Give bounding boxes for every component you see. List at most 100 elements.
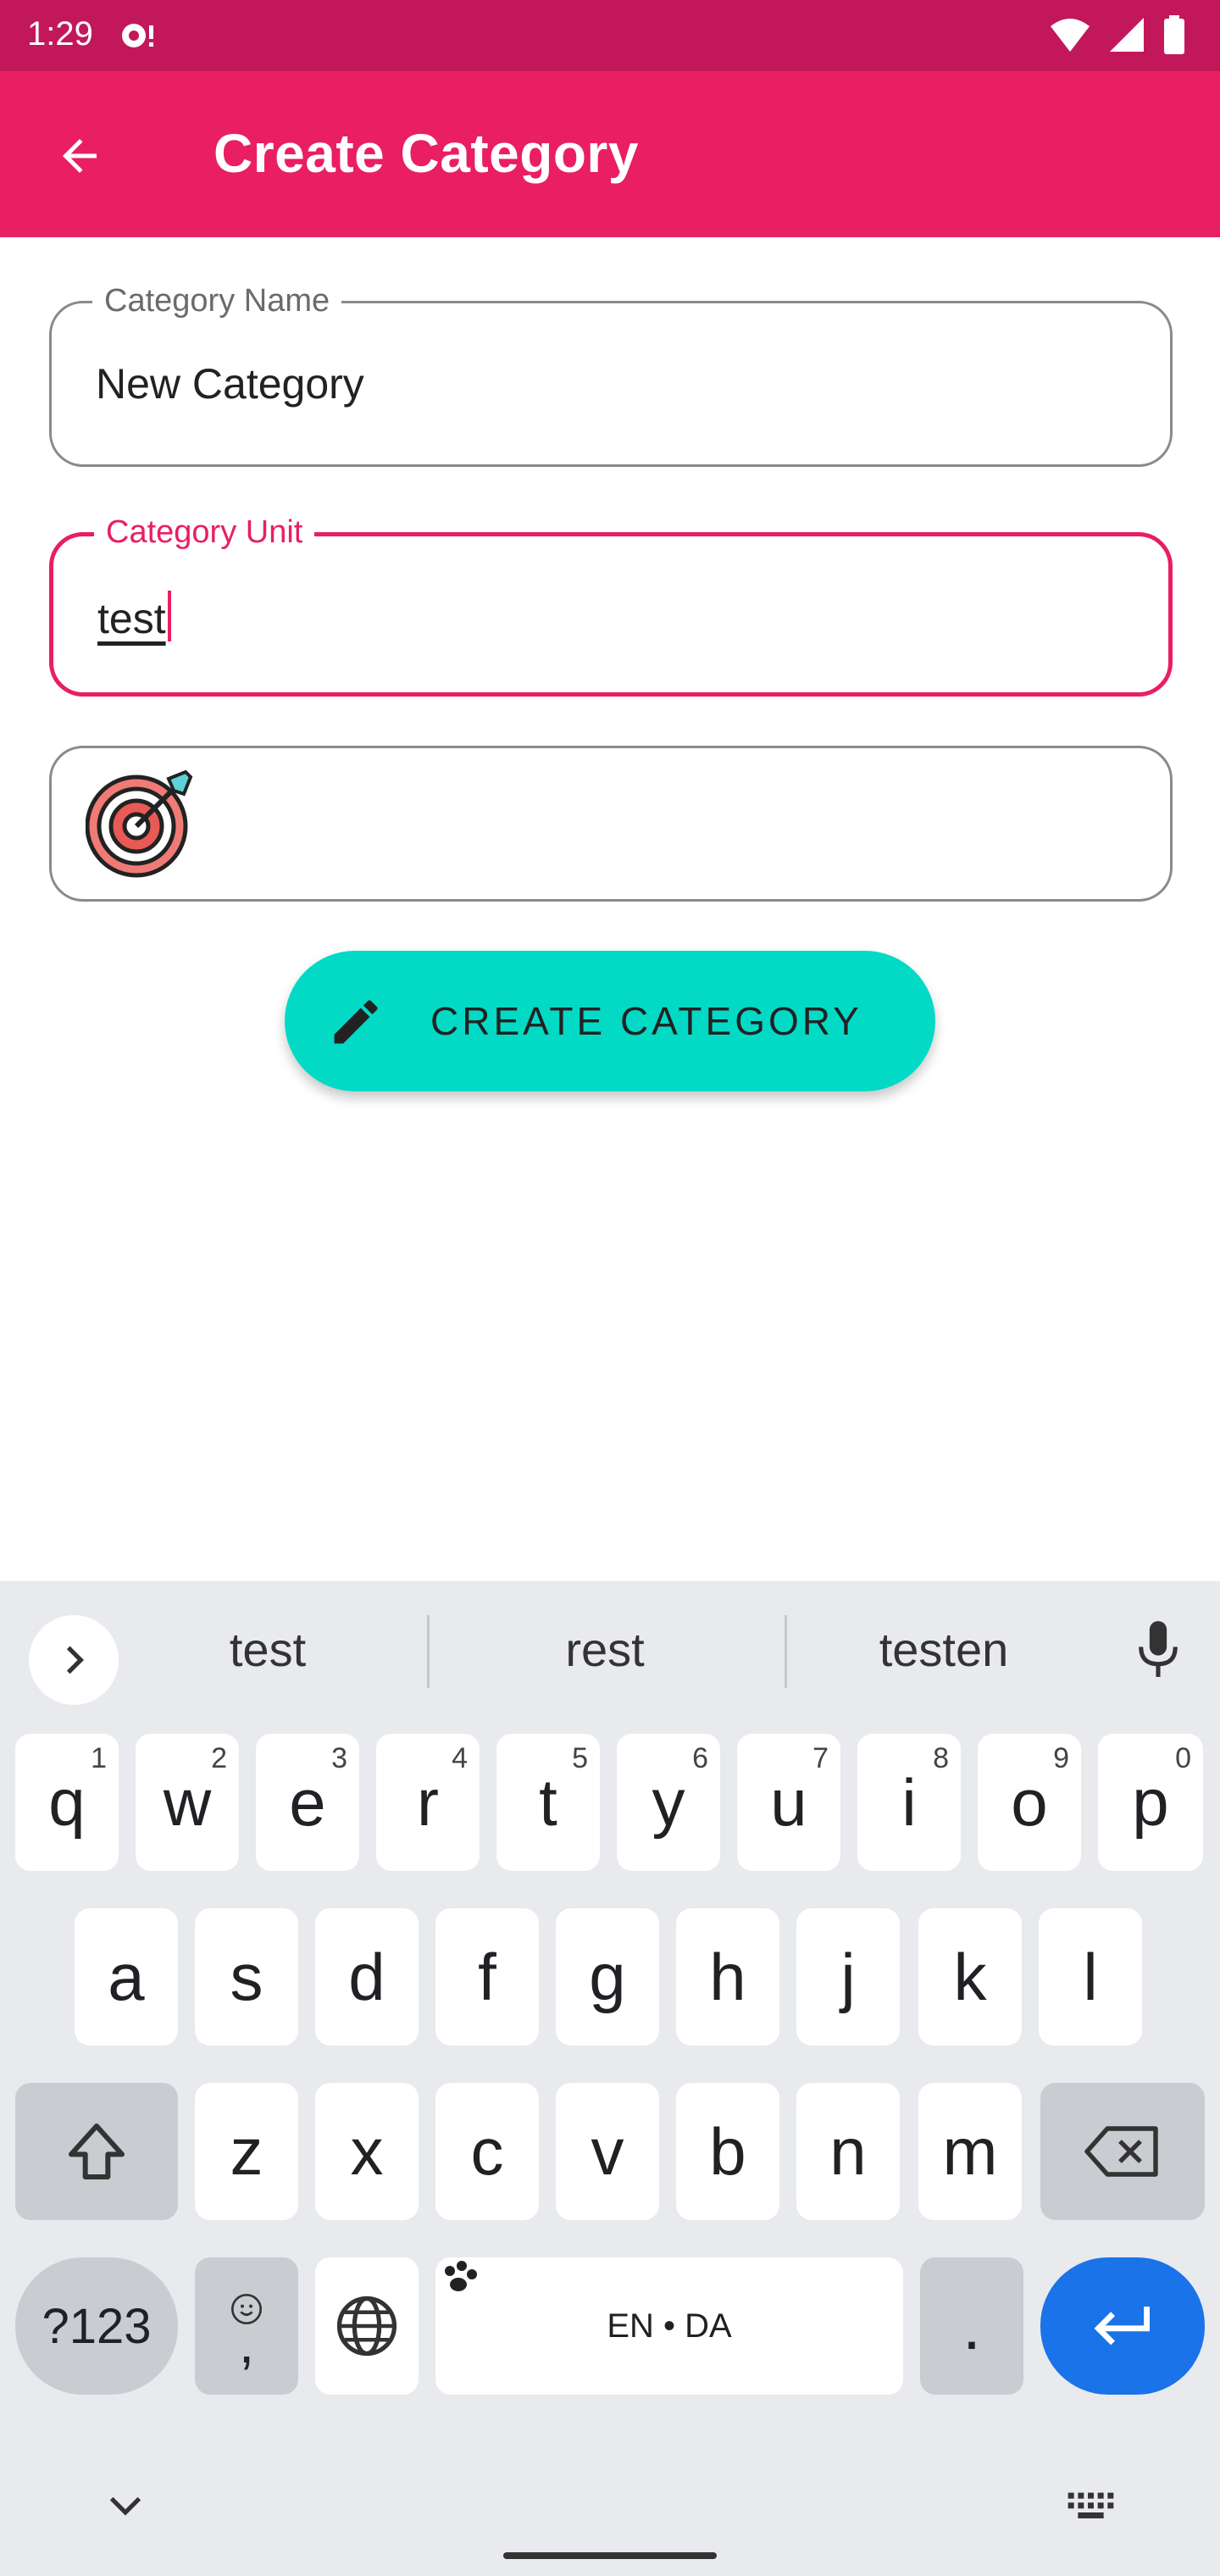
key-hint: 2 [211, 1742, 227, 1774]
key-w[interactable]: w2 [136, 1734, 239, 1871]
key-hint: 3 [331, 1742, 347, 1774]
space-label: EN • DA [607, 2307, 732, 2345]
category-unit-label: Category Unit [94, 514, 315, 551]
key-h[interactable]: h [676, 1908, 779, 2046]
key-p[interactable]: p0 [1098, 1734, 1203, 1871]
key-label: k [953, 1939, 987, 2014]
key-label: v [591, 2113, 624, 2189]
key-label: r [417, 1764, 439, 1840]
key-hint: 5 [572, 1742, 588, 1774]
key-hint: 9 [1053, 1742, 1069, 1774]
key-q[interactable]: q1 [15, 1734, 119, 1871]
key-o[interactable]: o9 [978, 1734, 1081, 1871]
status-time: 1:29 [27, 15, 93, 53]
back-button[interactable] [44, 120, 115, 192]
key-hint: 0 [1175, 1742, 1191, 1774]
period-key[interactable]: . [920, 2257, 1023, 2395]
backspace-key[interactable] [1040, 2083, 1205, 2220]
pencil-icon [327, 993, 385, 1055]
wifi-icon [1049, 16, 1091, 58]
key-y[interactable]: y6 [617, 1734, 720, 1871]
suggestion-1[interactable]: test [115, 1622, 420, 1677]
arrow-left-icon [63, 139, 97, 173]
shift-key[interactable] [15, 2083, 178, 2220]
suggestion-3[interactable]: testen [791, 1622, 1096, 1677]
key-label: a [108, 1939, 145, 2014]
key-z[interactable]: z [195, 2083, 298, 2220]
app-bar: Create Category [0, 71, 1220, 237]
key-a[interactable]: a [75, 1908, 178, 2046]
key-label: l [1083, 1939, 1098, 2014]
key-label: f [478, 1939, 496, 2014]
key-m[interactable]: m [918, 2083, 1022, 2220]
key-label: i [901, 1764, 917, 1840]
key-g[interactable]: g [556, 1908, 659, 2046]
home-indicator[interactable] [503, 2552, 717, 2559]
key-b[interactable]: b [676, 2083, 779, 2220]
create-category-button[interactable]: CREATE CATEGORY [285, 951, 935, 1091]
enter-key[interactable] [1040, 2257, 1205, 2395]
category-unit-field[interactable]: Category Unit test [49, 514, 1173, 697]
category-name-label: Category Name [92, 283, 342, 319]
key-d[interactable]: d [315, 1908, 419, 2046]
category-name-field[interactable]: Category Name New Category [49, 283, 1173, 467]
language-key[interactable] [315, 2257, 419, 2395]
key-i[interactable]: i8 [857, 1734, 961, 1871]
key-label: x [350, 2113, 384, 2189]
key-label: b [709, 2113, 746, 2189]
hide-keyboard-icon[interactable] [102, 2488, 149, 2529]
signal-icon [1108, 16, 1145, 58]
key-n[interactable]: n [796, 2083, 900, 2220]
key-k[interactable]: k [918, 1908, 1022, 2046]
status-bar: 1:29 [0, 0, 1220, 71]
key-f[interactable]: f [435, 1908, 539, 2046]
chevron-right-icon [66, 1646, 85, 1674]
keyboard-switch-icon[interactable] [1064, 2488, 1123, 2529]
key-hint: 6 [692, 1742, 708, 1774]
key-label: u [770, 1764, 807, 1840]
key-hint: 7 [812, 1742, 829, 1774]
text-caret [167, 591, 171, 641]
key-s[interactable]: s [195, 1908, 298, 2046]
key-v[interactable]: v [556, 2083, 659, 2220]
key-x[interactable]: x [315, 2083, 419, 2220]
key-u[interactable]: u7 [737, 1734, 840, 1871]
key-label: n [829, 2113, 867, 2189]
key-r[interactable]: r4 [376, 1734, 480, 1871]
key-j[interactable]: j [796, 1908, 900, 2046]
backspace-icon [1084, 2126, 1158, 2177]
target-dart-icon [85, 769, 196, 885]
expand-toolbar-button[interactable] [29, 1615, 119, 1705]
category-unit-value: test [97, 595, 166, 642]
globe-icon [336, 2296, 397, 2357]
soft-keyboard: test rest testen q1 w2 e3 r4 t5 y6 u7 i8… [0, 1581, 1220, 2576]
key-e[interactable]: e3 [256, 1734, 359, 1871]
key-c[interactable]: c [435, 2083, 539, 2220]
symbols-key[interactable]: ?123 [15, 2257, 178, 2395]
key-label: w [163, 1764, 212, 1840]
paw-icon [445, 2261, 477, 2291]
key-hint: 1 [91, 1742, 107, 1774]
key-label: g [589, 1939, 626, 2014]
emoji-comma-key[interactable]: , [195, 2257, 298, 2395]
key-label: z [230, 2113, 263, 2189]
category-unit-value-wrap: test [97, 591, 171, 643]
notification-icon [119, 17, 159, 58]
space-key[interactable]: EN • DA [435, 2257, 903, 2395]
shift-icon [69, 2124, 125, 2179]
divider [427, 1615, 430, 1688]
key-label: d [348, 1939, 385, 2014]
key-label: q [48, 1764, 86, 1840]
key-label: m [942, 2113, 998, 2189]
key-t[interactable]: t5 [496, 1734, 600, 1871]
category-name-value: New Category [96, 360, 364, 408]
key-hint: 4 [452, 1742, 468, 1774]
key-label: y [652, 1764, 685, 1840]
key-label: h [709, 1939, 746, 2014]
microphone-icon[interactable] [1132, 1617, 1184, 1685]
page-title: Create Category [214, 123, 639, 184]
category-icon-picker[interactable] [49, 746, 1173, 902]
key-l[interactable]: l [1039, 1908, 1142, 2046]
screen: 1:29 Create Category Category Name New C… [0, 0, 1220, 2576]
suggestion-2[interactable]: rest [452, 1622, 757, 1677]
